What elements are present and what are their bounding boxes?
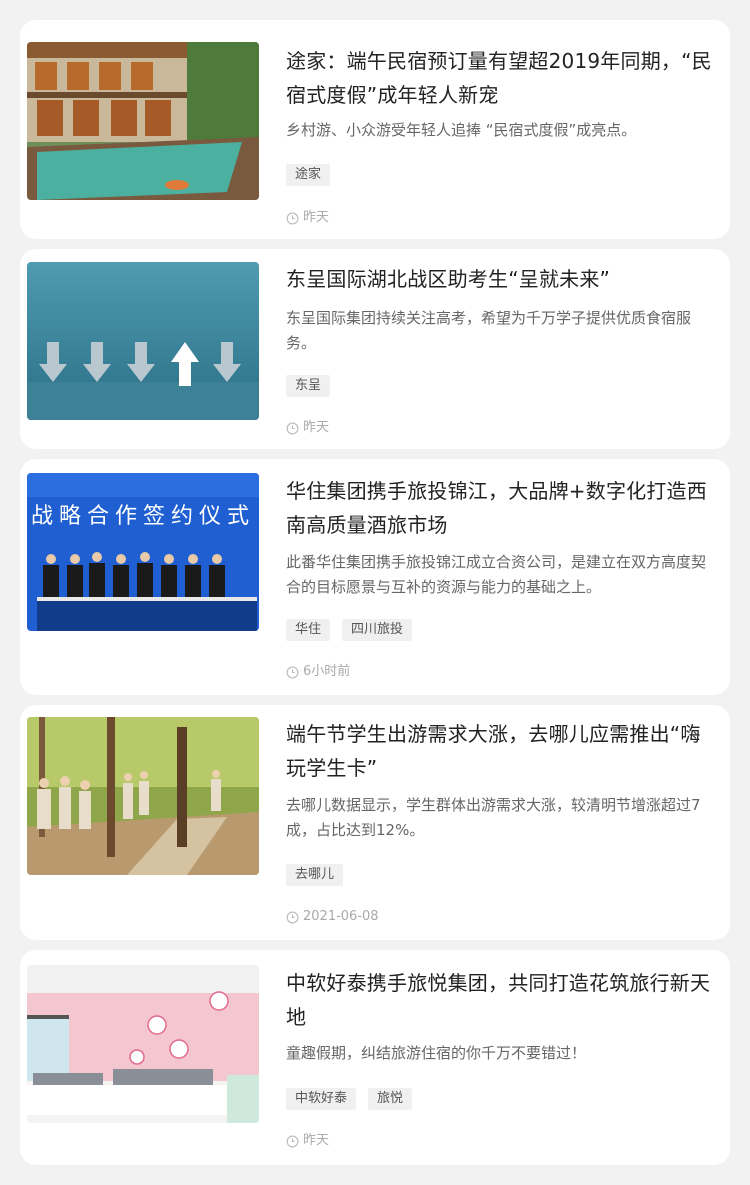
article-tags: 中软好泰 旅悦 <box>286 1088 413 1110</box>
tag[interactable]: 旅悦 <box>368 1088 413 1110</box>
tag[interactable]: 中软好泰 <box>286 1088 357 1110</box>
article-time: 2021-06-08 <box>286 908 379 926</box>
clock-icon <box>286 666 299 678</box>
time-label: 2021-06-08 <box>303 909 379 924</box>
tag[interactable]: 东呈 <box>286 375 331 397</box>
article-time: 昨天 <box>286 209 329 227</box>
banner-text: 战略合作签约仪式 <box>31 504 255 529</box>
kids-bedroom-image <box>27 965 259 1123</box>
article-thumbnail[interactable] <box>27 717 259 875</box>
article-card[interactable]: 途家：端午民宿预订量有望超2019年同期，“民宿式度假”成年轻人新宠 乡村游、小… <box>20 20 730 239</box>
tag[interactable]: 去哪儿 <box>286 864 344 886</box>
article-thumbnail[interactable] <box>27 262 259 420</box>
article-time: 昨天 <box>286 1132 329 1150</box>
article-description: 此番华住集团携手旅投锦江成立合资公司，是建立在双方高度契合的目标愿景与互补的资源… <box>286 553 707 596</box>
article-description: 童趣假期，纠结旅游住宿的你千万不要错过！ <box>286 1044 587 1062</box>
tag[interactable]: 华住 <box>286 619 331 641</box>
article-tags: 途家 <box>286 164 331 186</box>
article-card[interactable]: 中软好泰携手旅悦集团，共同打造花筑旅行新天地 童趣假期，纠结旅游住宿的你千万不要… <box>20 950 730 1165</box>
article-title[interactable]: 端午节学生出游需求大涨，去哪儿应需推出“嗨玩学生卡” <box>286 717 720 785</box>
clock-icon <box>286 422 299 434</box>
clock-icon <box>286 1135 299 1147</box>
tag[interactable]: 途家 <box>286 164 331 186</box>
clock-icon <box>286 212 299 224</box>
villa-pool-image <box>27 42 259 200</box>
article-tags: 去哪儿 <box>286 864 344 886</box>
article-title[interactable]: 途家：端午民宿预订量有望超2019年同期，“民宿式度假”成年轻人新宠 <box>286 44 720 112</box>
time-label: 昨天 <box>303 210 330 225</box>
article-thumbnail[interactable]: 战略合作签约仪式 <box>27 473 259 631</box>
article-card[interactable]: 战略合作签约仪式 华住集团携手旅投锦江，大品牌+数字化打造西南高质量酒旅市场 此… <box>20 459 730 695</box>
article-time: 6小时前 <box>286 663 350 681</box>
time-label: 昨天 <box>303 420 330 435</box>
article-title[interactable]: 华住集团携手旅投锦江，大品牌+数字化打造西南高质量酒旅市场 <box>286 474 720 542</box>
article-title[interactable]: 中软好泰携手旅悦集团，共同打造花筑旅行新天地 <box>286 966 720 1034</box>
article-thumbnail[interactable] <box>27 42 259 200</box>
article-time: 昨天 <box>286 419 329 437</box>
article-tags: 华住 四川旅投 <box>286 619 413 641</box>
arrows-image <box>27 262 259 420</box>
article-card[interactable]: 端午节学生出游需求大涨，去哪儿应需推出“嗨玩学生卡” 去哪儿数据显示，学生群体出… <box>20 705 730 940</box>
tag[interactable]: 四川旅投 <box>342 619 413 641</box>
students-hiking-image <box>27 717 259 875</box>
article-title[interactable]: 东呈国际湖北战区助考生“呈就未来” <box>286 262 720 296</box>
time-label: 6小时前 <box>303 664 351 679</box>
clock-icon <box>286 911 299 923</box>
signing-ceremony-image: 战略合作签约仪式 <box>27 473 259 631</box>
time-label: 昨天 <box>303 1133 330 1148</box>
article-thumbnail[interactable] <box>27 965 259 1123</box>
article-description: 乡村游、小众游受年轻人追捧 “民宿式度假”成亮点。 <box>286 121 637 139</box>
article-tags: 东呈 <box>286 375 331 397</box>
article-description: 去哪儿数据显示，学生群体出游需求大涨，较清明节增涨超过7成，占比达到12%。 <box>286 796 701 839</box>
article-description: 东呈国际集团持续关注高考，希望为千万学子提供优质食宿服务。 <box>286 309 692 352</box>
article-card[interactable]: 东呈国际湖北战区助考生“呈就未来” 东呈国际集团持续关注高考，希望为千万学子提供… <box>20 249 730 449</box>
